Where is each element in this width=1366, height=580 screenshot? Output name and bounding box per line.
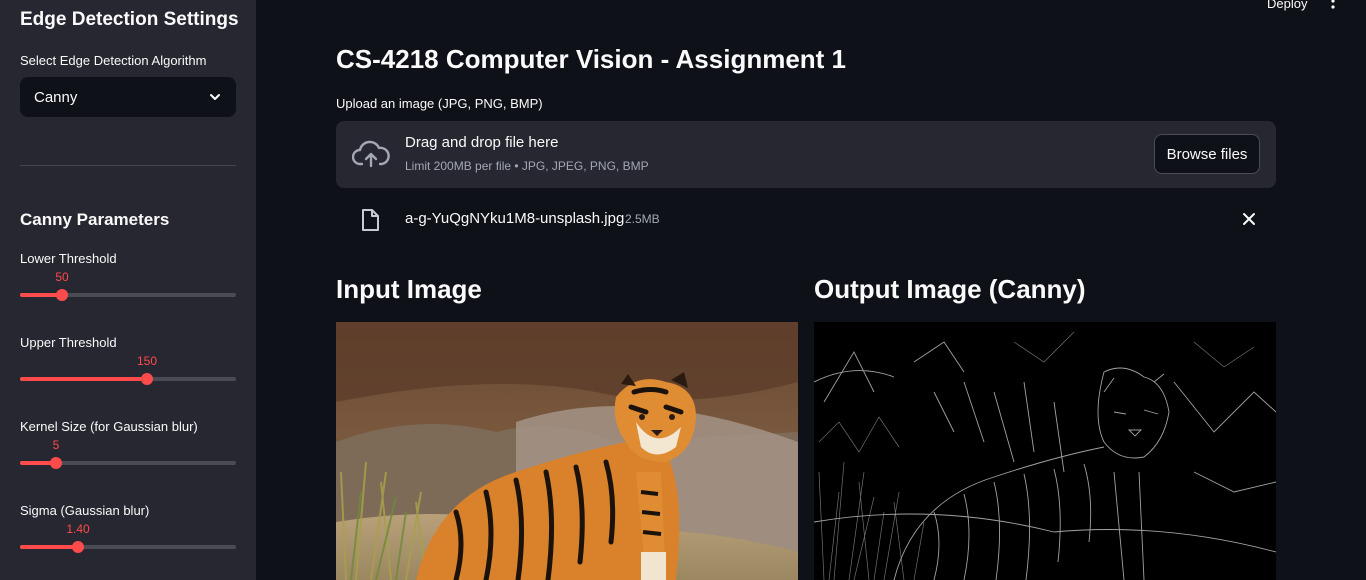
uploaded-file-name: a-g-YuQgNYku1M8-unsplash.jpg [405,210,625,227]
input-image [336,322,798,580]
more-vertical-icon[interactable] [1327,0,1339,12]
algorithm-select[interactable]: Canny [20,77,236,117]
cloud-upload-icon [352,140,390,168]
slider-thumb[interactable] [141,373,153,385]
slider-thumb[interactable] [56,289,68,301]
dropzone-limits: Limit 200MB per file • JPG, JPEG, PNG, B… [405,159,649,173]
kernel-size-slider[interactable]: 5 [20,438,236,470]
slider-value: 150 [136,354,158,368]
lower-threshold-slider[interactable]: 50 [20,270,236,302]
slider-value: 5 [52,438,60,452]
upper-threshold-label: Upper Threshold [20,335,117,350]
sidebar: Edge Detection Settings Select Edge Dete… [0,0,256,580]
input-image-title: Input Image [336,274,482,304]
uploaded-file-size: 2.5MB [625,212,660,226]
params-title: Canny Parameters [20,210,170,229]
file-icon [362,209,379,231]
slider-fill [20,545,78,549]
algorithm-select-label: Select Edge Detection Algorithm [20,53,207,68]
browse-files-button[interactable]: Browse files [1154,134,1260,174]
sigma-slider[interactable]: 1.40 [20,522,236,554]
deploy-button[interactable]: Deploy [1267,0,1307,11]
page-title: CS-4218 Computer Vision - Assignment 1 [336,44,847,74]
dropzone-instructions: Drag and drop file here [405,134,559,151]
slider-thumb[interactable] [50,457,62,469]
sidebar-title: Edge Detection Settings [20,9,239,30]
output-image [814,322,1276,580]
upload-label: Upload an image (JPG, PNG, BMP) [336,96,543,111]
upper-threshold-slider[interactable]: 150 [20,354,236,386]
output-image-title: Output Image (Canny) [814,274,1086,304]
sigma-label: Sigma (Gaussian blur) [20,503,150,518]
sidebar-divider [20,165,236,166]
lower-threshold-label: Lower Threshold [20,251,117,266]
close-icon[interactable] [1242,212,1256,226]
slider-value: 50 [55,270,69,284]
chevron-down-icon [210,94,220,100]
slider-value: 1.40 [66,522,90,536]
slider-thumb[interactable] [72,541,84,553]
slider-fill [20,377,147,381]
uploaded-file-row: a-g-YuQgNYku1M8-unsplash.jpg 2.5MB [336,200,1276,240]
kernel-size-label: Kernel Size (for Gaussian blur) [20,419,198,434]
algorithm-select-value: Canny [34,88,78,106]
file-dropzone[interactable]: Drag and drop file here Limit 200MB per … [336,121,1276,188]
